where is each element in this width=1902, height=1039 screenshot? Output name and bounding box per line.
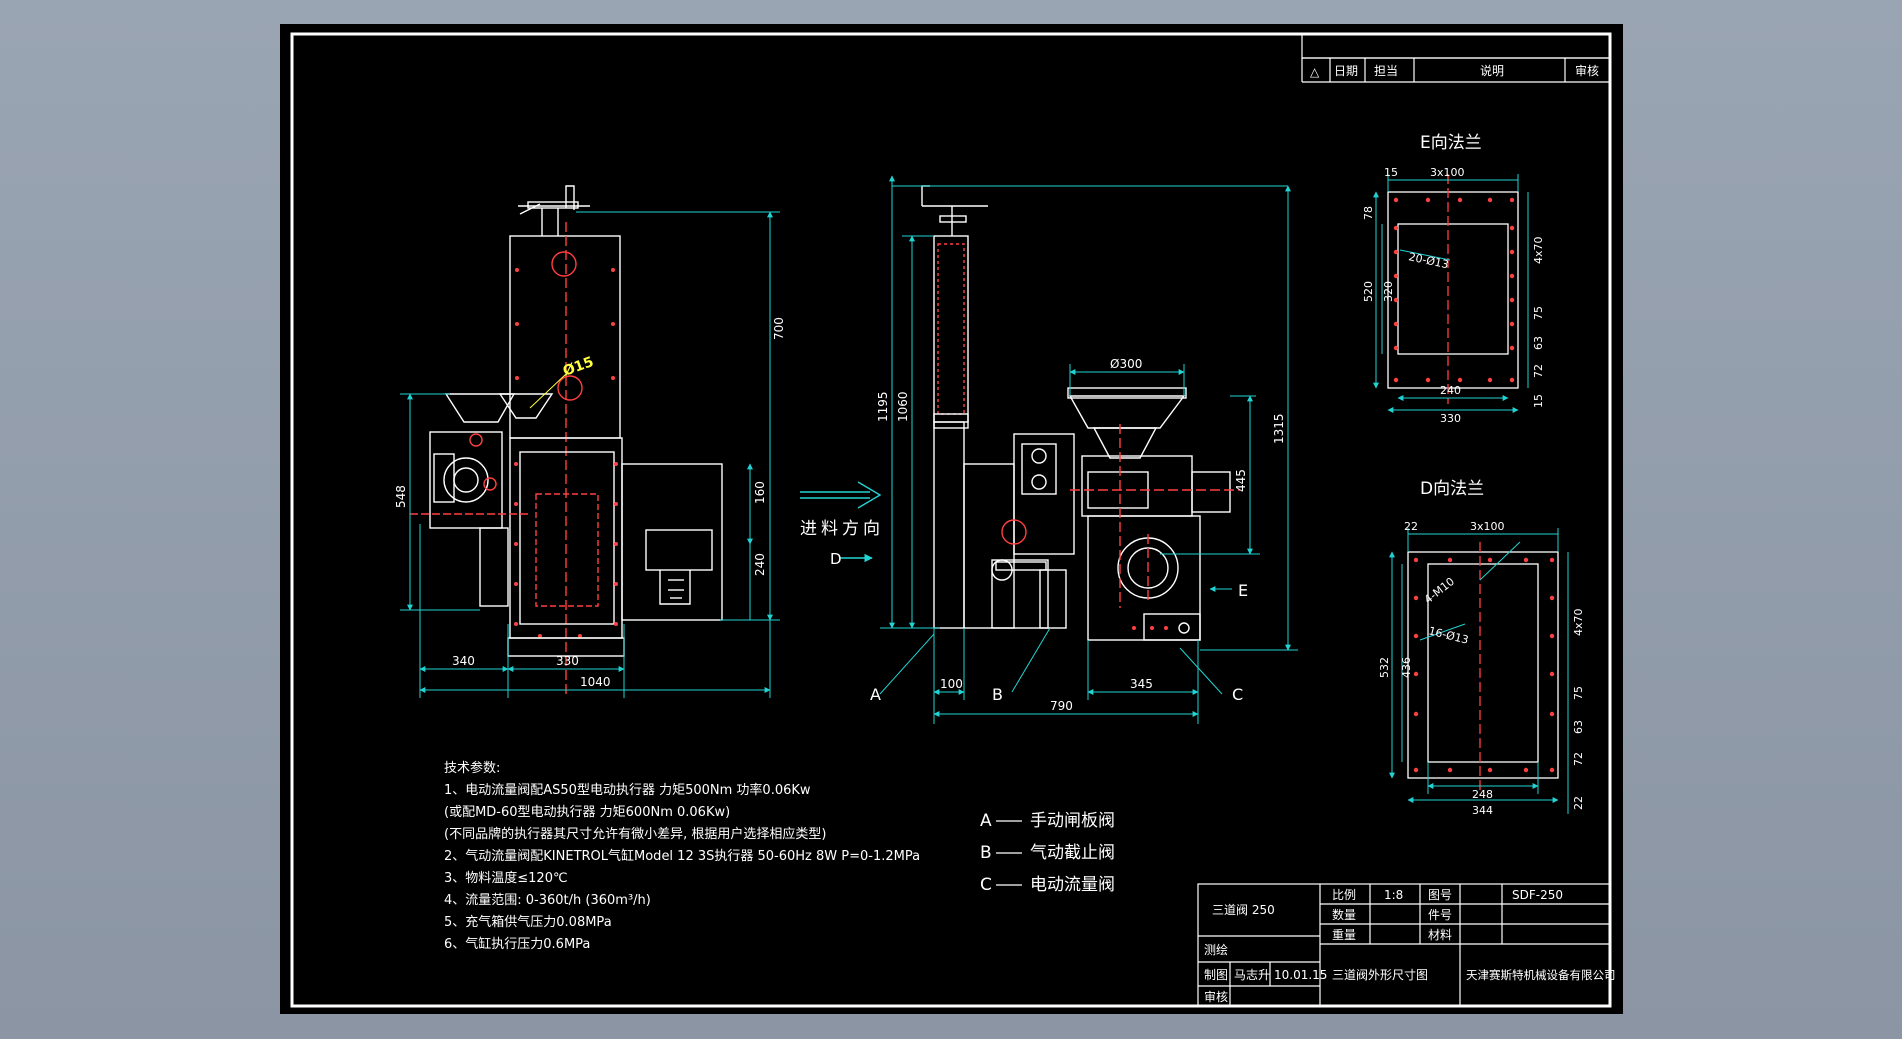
rev-triangle: △	[1310, 65, 1320, 79]
d-dim-3x100: 3x100	[1470, 520, 1505, 533]
tb-scale-label: 比例	[1332, 888, 1356, 902]
legend: A 手动闸板阀 B 气动截止阀 C 电动流量阀	[980, 811, 1115, 895]
d-dim-holes: 16-Ø13	[1427, 624, 1470, 646]
dim-548: 548	[394, 485, 408, 508]
label-d: D	[830, 550, 842, 568]
legend-key: A	[980, 811, 992, 831]
dim-790: 790	[1050, 699, 1073, 713]
dim-340: 340	[452, 654, 475, 668]
legend-key: C	[980, 875, 992, 895]
flange-d	[1407, 542, 1559, 796]
tb-name: 三道阀 250	[1212, 903, 1275, 917]
d-dim-m10: 4-M10	[1422, 575, 1457, 606]
d-dim-63: 63	[1572, 720, 1585, 734]
tb-weight-label: 重量	[1332, 928, 1356, 942]
e-dim-3x100: 3x100	[1430, 166, 1465, 179]
flange-e-title: E向法兰	[1420, 133, 1482, 153]
flange-e	[1387, 174, 1519, 404]
dim-240: 240	[753, 553, 767, 576]
dim-1315: 1315	[1272, 413, 1286, 444]
side-view	[410, 185, 723, 694]
flange-d-title: D向法兰	[1420, 479, 1484, 499]
e-dim-holes: 20-Ø13	[1407, 250, 1449, 271]
legend-text: 电动流量阀	[1030, 875, 1115, 895]
d-dim-344: 344	[1472, 804, 1493, 817]
tech-params-title: 技术参数:	[444, 760, 500, 776]
tech-param-line: 2、气动流量阀配KINETROL气缸Model 12 3S执行器 50-60Hz…	[444, 848, 920, 864]
tb-drafter-name: 马志升	[1234, 968, 1270, 982]
dim-100: 100	[940, 677, 963, 691]
dim-345: 345	[1130, 677, 1153, 691]
e-dim-15b: 15	[1532, 394, 1545, 408]
rev-review: 审核	[1575, 63, 1599, 78]
cad-drawing: △ 日期 担当 说明 审核 700 548 160 240 340 330 10…	[290, 32, 1616, 1008]
front-view	[921, 185, 1240, 641]
tb-review-label: 审核	[1204, 989, 1228, 1004]
tb-drawing-title: 三道阀外形尺寸图	[1332, 968, 1428, 982]
tech-param-line: (不同品牌的执行器其尺寸允许有微小差异, 根据用户选择相应类型)	[444, 826, 826, 842]
dim-330: 330	[556, 654, 579, 668]
tech-param-line: 1、电动流量阀配AS50型电动执行器 力矩500Nm 功率0.06Kw	[444, 782, 811, 798]
d-dim-248: 248	[1472, 788, 1493, 801]
dim-1060: 1060	[896, 391, 910, 422]
d-dim-436: 436	[1400, 657, 1413, 678]
dim-1040: 1040	[580, 675, 611, 689]
dim-700: 700	[772, 317, 786, 340]
front-view-dims	[879, 175, 1298, 724]
d-dim-22: 22	[1404, 520, 1418, 533]
e-dim-320: 320	[1382, 281, 1395, 302]
e-dim-4x70: 4x70	[1532, 236, 1545, 264]
tb-draw-label: 测绘	[1204, 942, 1228, 957]
legend-text: 手动闸板阀	[1030, 811, 1115, 831]
legend-text: 气动截止阀	[1030, 843, 1115, 863]
tech-param-line: 6、气缸执行压力0.6MPa	[444, 936, 590, 952]
tech-param-line: (或配MD-60型电动执行器 力矩600Nm 0.06Kw)	[444, 805, 730, 820]
dim-445: 445	[1234, 469, 1248, 492]
tb-material-label: 材料	[1428, 928, 1452, 942]
tb-drafter-label: 制图	[1204, 968, 1228, 982]
rev-date: 日期	[1334, 64, 1358, 78]
e-dim-330: 330	[1440, 412, 1461, 425]
d-dim-72: 72	[1572, 752, 1585, 766]
tech-param-line: 5、充气箱供气压力0.08MPa	[444, 914, 612, 930]
e-dim-15: 15	[1384, 166, 1398, 179]
dim-1195: 1195	[876, 391, 890, 422]
label-b: B	[992, 685, 1003, 704]
label-a: A	[870, 685, 881, 704]
tech-param-line: 3、物料温度≤120℃	[444, 870, 568, 886]
e-dim-78: 78	[1362, 206, 1375, 220]
feed-direction-label: 进料方向	[800, 519, 884, 539]
d-dim-4x70: 4x70	[1572, 608, 1585, 636]
tb-part-label: 件号	[1428, 908, 1452, 922]
d-dim-532: 532	[1378, 657, 1391, 678]
tech-param-line: 4、流量范围: 0-360t/h (360m³/h)	[444, 893, 651, 908]
d-dim-22b: 22	[1572, 796, 1585, 810]
d-dim-75: 75	[1572, 686, 1585, 700]
flange-e-dims	[1373, 174, 1529, 413]
e-dim-63: 63	[1532, 336, 1545, 350]
tb-qty-label: 数量	[1332, 907, 1356, 922]
e-dim-72: 72	[1532, 364, 1545, 378]
e-dim-75: 75	[1532, 306, 1545, 320]
tb-company: 天津赛斯特机械设备有限公司	[1466, 968, 1616, 982]
e-dim-520: 520	[1362, 281, 1375, 302]
rev-person: 担当	[1374, 64, 1398, 78]
e-dim-240: 240	[1440, 384, 1461, 397]
dim-160: 160	[753, 481, 767, 504]
tb-draft-date: 10.01.15	[1274, 968, 1327, 982]
legend-key: B	[980, 843, 992, 863]
tb-drawing-no-value: SDF-250	[1512, 888, 1563, 902]
label-e: E	[1238, 581, 1248, 600]
tb-scale-value: 1:8	[1384, 888, 1403, 902]
label-c: C	[1232, 685, 1243, 704]
side-view-dims	[400, 211, 780, 698]
dim-300: Ø300	[1110, 357, 1142, 371]
drawing-sheet: △ 日期 担当 说明 审核 700 548 160 240 340 330 10…	[280, 24, 1623, 1014]
rev-description: 说明	[1480, 63, 1504, 78]
tb-drawing-no-label: 图号	[1428, 888, 1452, 902]
